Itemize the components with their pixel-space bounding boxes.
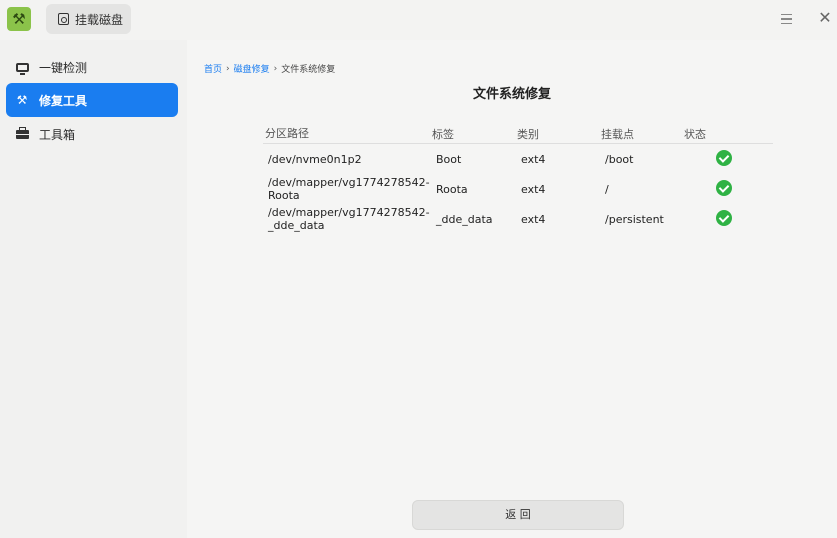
cell-type: ext4 <box>521 152 546 166</box>
disk-icon <box>58 13 69 25</box>
chevron-right-icon: › <box>273 63 278 74</box>
main-content: 首页 › 磁盘修复 › 文件系统修复 文件系统修复 分区路径 标签 类别 挂载点… <box>187 40 837 538</box>
table-header: 分区路径 标签 类别 挂载点 状态 <box>263 124 773 144</box>
mount-disk-label: 挂载磁盘 <box>75 12 124 27</box>
partition-table: 分区路径 标签 类别 挂载点 状态 /dev/nvme0n1p2 Boot ex… <box>263 124 773 234</box>
sidebar-item-label: 一键检测 <box>39 60 88 75</box>
title-bar: ⚒ 挂载磁盘 ✕ <box>0 0 837 40</box>
cell-path: /dev/mapper/vg1774278542-Roota <box>268 176 430 202</box>
cell-label: Roota <box>436 182 468 196</box>
column-header-status: 状态 <box>684 127 706 141</box>
column-header-mount: 挂载点 <box>601 127 634 141</box>
tools-icon: ⚒ <box>16 93 28 107</box>
chevron-right-icon: › <box>226 63 230 74</box>
menu-icon[interactable] <box>777 10 795 28</box>
table-row[interactable]: /dev/mapper/vg1774278542-_dde_data _dde_… <box>263 204 773 234</box>
cell-label: _dde_data <box>436 212 493 226</box>
cell-label: Boot <box>436 152 462 166</box>
back-button[interactable]: 返 回 <box>412 500 624 530</box>
column-header-path: 分区路径 <box>265 127 309 140</box>
sidebar-item-label: 工具箱 <box>39 127 76 142</box>
sidebar-item-repair-tools[interactable]: ⚒ 修复工具 <box>6 83 178 117</box>
check-circle-icon <box>716 179 732 196</box>
sidebar-item-toolbox[interactable]: 工具箱 <box>6 117 178 151</box>
breadcrumb-current: 文件系统修复 <box>281 65 336 75</box>
sidebar: 一键检测 ⚒ 修复工具 工具箱 <box>0 40 187 538</box>
sidebar-item-label: 修复工具 <box>39 93 88 108</box>
tools-icon: ⚒ <box>7 7 31 31</box>
mount-disk-button[interactable]: 挂载磁盘 <box>46 4 131 34</box>
monitor-icon <box>15 61 29 75</box>
check-circle-icon <box>716 209 732 226</box>
cell-mount: / <box>605 182 609 196</box>
cell-path: /dev/mapper/vg1774278542-_dde_data <box>268 206 430 232</box>
breadcrumb-home[interactable]: 首页 <box>204 62 222 75</box>
table-row[interactable]: /dev/nvme0n1p2 Boot ext4 /boot <box>263 144 773 174</box>
column-header-label: 标签 <box>432 127 454 141</box>
breadcrumb-disk-repair[interactable]: 磁盘修复 <box>234 62 270 75</box>
toolbox-icon <box>15 126 29 140</box>
cell-type: ext4 <box>521 212 546 226</box>
check-circle-icon <box>716 149 732 166</box>
cell-path: /dev/nvme0n1p2 <box>268 152 362 166</box>
sidebar-item-one-click-check[interactable]: 一键检测 <box>6 50 178 84</box>
table-row[interactable]: /dev/mapper/vg1774278542-Roota Roota ext… <box>263 174 773 204</box>
close-icon[interactable]: ✕ <box>816 8 834 28</box>
cell-mount: /persistent <box>605 212 664 226</box>
cell-mount: /boot <box>605 152 634 166</box>
column-header-type: 类别 <box>517 127 539 141</box>
breadcrumb: 首页 › 磁盘修复 › 文件系统修复 <box>204 62 336 76</box>
cell-type: ext4 <box>521 182 546 196</box>
page-title: 文件系统修复 <box>472 87 551 102</box>
